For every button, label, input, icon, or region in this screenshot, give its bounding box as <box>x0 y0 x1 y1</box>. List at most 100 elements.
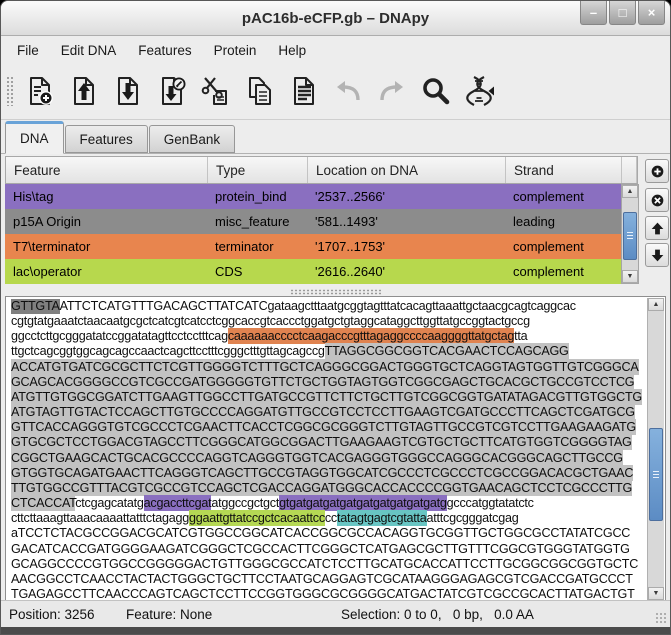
sequence-highlight-purple: gtgatgatgatgatgatgatgatgatgatg <box>279 495 447 512</box>
sequence-line: ATGTAGTTGTACTCCAGCTTGTGCCCCAGGATGTTGCCGT… <box>11 404 644 421</box>
copy-button[interactable] <box>238 68 282 114</box>
tab-dna[interactable]: DNA <box>5 121 64 154</box>
paste-icon <box>294 77 314 105</box>
sequence-highlight-feature_gray: TTAGGCGGCGGTCACGAACTCCAGCAGG <box>324 343 569 360</box>
arrow-up-icon <box>651 222 663 234</box>
add-feature-button[interactable] <box>645 159 669 183</box>
remove-circle-icon <box>651 194 663 206</box>
status-selection: Selection: 0 to 0, 0 bp, 0.0 AA <box>341 607 534 622</box>
minimize-button[interactable]: – <box>580 1 607 25</box>
feature-location: '1707..1753' <box>315 239 386 254</box>
sequence-segment: atggccgctgct <box>211 496 280 511</box>
feature-row[interactable]: His\tag protein_bind '2537..2566' complemen… <box>5 184 621 209</box>
sequence-highlight-purple: acgaccttcgat <box>143 495 212 512</box>
feature-strand: complement <box>513 189 584 204</box>
column-header-location-on-dna[interactable]: Location on DNA <box>308 157 506 183</box>
menu-edit-dna[interactable]: Edit DNA <box>50 39 128 62</box>
toolbar <box>1 63 670 120</box>
dna-select-button[interactable] <box>458 68 502 114</box>
feature-scrollbar-thumb[interactable] <box>623 212 637 260</box>
feature-table: His\tag protein_bind '2537..2566' complemen… <box>5 184 621 284</box>
save-as-button[interactable] <box>150 68 194 114</box>
sequence-line: GCAGCACGGGGCCGTCGCCGATGGGGGTGTTCTGCTGGTA… <box>11 373 644 390</box>
menu-protein[interactable]: Protein <box>203 39 268 62</box>
feature-strand: complement <box>513 264 584 279</box>
dna-sequence-editor[interactable]: GTTGTAATTCTCATGTTTGACAGCTTATCATCgataagct… <box>11 299 644 600</box>
scroll-up-icon[interactable]: ▲ <box>622 185 638 198</box>
feature-table-header: Feature Type Location on DNA Strand <box>5 156 638 184</box>
sequence-line: ATGTTGTGGCGGATCTTGAAGTTGGCCTTGATGCCGTTCT… <box>11 388 644 405</box>
toolbar-grip-handle[interactable] <box>6 76 14 106</box>
maximize-button[interactable]: □ <box>609 1 636 25</box>
title-bar[interactable]: pAC16b-eCFP.gb – DNApy – □ × <box>1 1 670 36</box>
menu-features[interactable]: Features <box>127 39 202 62</box>
search-button[interactable] <box>414 68 458 114</box>
scroll-up-icon[interactable]: ▲ <box>648 298 664 311</box>
feature-location: '581..1493' <box>315 214 378 229</box>
feature-row[interactable]: p15A Origin misc_feature '581..1493' leadin… <box>5 209 621 234</box>
sequence-line: GTGGTGCAGATGAACTTCAGGGTCAGCTTGCCGTAGGTGG… <box>11 464 644 481</box>
sequence-line: ggcctcttgcgggatatccggatatagttcctcctttcag… <box>11 328 644 345</box>
sequence-highlight-cyan: tatagtgagtcgtatta <box>336 510 427 527</box>
feature-table-scrollbar[interactable]: ▲ ▼ <box>621 184 639 284</box>
sequence-segment: cttcttaaagttaaacaaaattatttctagagg <box>11 511 189 526</box>
open-file-icon <box>74 77 94 105</box>
move-feature-up-button[interactable] <box>645 216 669 240</box>
sequence-segment: AACGGCCTCAACCTACTACTGGGCTGCTTCCTAATGCAGG… <box>11 571 633 586</box>
sequence-line: ttgctcagcggtggcagcagccaactcagcttcctttcgg… <box>11 343 644 360</box>
window-controls: – □ × <box>580 1 665 25</box>
feature-strand: leading <box>513 214 555 229</box>
sequence-scrollbar-thumb[interactable] <box>649 427 663 522</box>
save-file-button[interactable] <box>106 68 150 114</box>
feature-name: T7\terminator <box>13 239 91 254</box>
menu-help[interactable]: Help <box>267 39 317 62</box>
open-file-button[interactable] <box>62 68 106 114</box>
tab-features[interactable]: Features <box>64 125 148 153</box>
feature-type: protein_bind <box>215 189 287 204</box>
column-header-feature[interactable]: Feature <box>6 157 208 183</box>
sequence-line: cgtgtatgaaatctaacaatgcgctcatcgtcatcctcgg… <box>11 314 644 329</box>
column-header-type[interactable]: Type <box>208 157 308 183</box>
sequence-segment: ggcctcttgcgggatatccggatatagttcctcctttcag <box>11 329 228 344</box>
paste-button[interactable] <box>282 68 326 114</box>
sequence-scrollbar[interactable]: ▲ ▼ <box>647 298 664 600</box>
scroll-down-icon[interactable]: ▼ <box>648 587 664 600</box>
resize-grip[interactable] <box>655 612 668 625</box>
status-bar: Position: 3256 Feature: None Selection: … <box>1 600 670 627</box>
tab-genbank[interactable]: GenBank <box>148 125 236 153</box>
feature-row[interactable]: T7\terminator terminator '1707..1753' compl… <box>5 234 621 259</box>
save-file-icon <box>118 77 138 105</box>
sequence-line: CTCACCATctcgagcatatgacgaccttcgatatggccgc… <box>11 495 644 512</box>
sequence-highlight-feature_gray: TTGTGGCCGTTTACGTCGCCGTCCAGCTCGACCAGGATGG… <box>11 479 632 496</box>
sequence-line: TTGTGGCCGTTTACGTCGCCGTCCAGCTCGACCAGGATGG… <box>11 479 644 496</box>
feature-location: '2616..2640' <box>315 264 386 279</box>
sequence-segment: GACATCACCGATGGGGAAGATCGGGCTCGCCACTTCGGGC… <box>11 541 630 556</box>
redo-button[interactable] <box>370 68 414 114</box>
new-file-icon <box>30 77 53 105</box>
cut-button[interactable] <box>194 68 238 114</box>
feature-name: His\tag <box>13 189 54 204</box>
panel-splitter[interactable] <box>1 287 670 296</box>
new-file-button[interactable] <box>18 68 62 114</box>
sequence-segment: ctcgagcatatg <box>75 496 144 511</box>
close-button[interactable]: × <box>638 1 665 25</box>
sequence-highlight-feature_gray: CTCACCAT <box>11 495 76 512</box>
feature-row[interactable]: lac\operator CDS '2616..2640' complement <box>5 259 621 284</box>
remove-feature-button[interactable] <box>645 188 669 212</box>
menu-file[interactable]: File <box>6 39 50 62</box>
undo-button[interactable] <box>326 68 370 114</box>
sequence-highlight-feature_gray: CGGCTGAAGCACTGCACGCCCCAGGTCAGGGTGGTCACGA… <box>11 449 623 466</box>
feature-type: terminator <box>215 239 274 254</box>
feature-location: '2537..2566' <box>315 189 386 204</box>
sequence-line: GTTCACCAGGGTGTCGCCCTCGAACTTCACCTCGGCGCGG… <box>11 419 644 436</box>
move-feature-down-button[interactable] <box>645 243 669 267</box>
sequence-highlight-orange: caaaaaacccctcaagacccgtttagaggccccaaggggt… <box>227 328 515 345</box>
sequence-highlight-selection: GTTGTA <box>11 299 60 314</box>
sequence-segment: aTCCTCTACGCCGGACGCATCGTGGCCGGCATCACCGGCG… <box>11 526 631 541</box>
column-header-strand[interactable]: Strand <box>506 157 622 183</box>
feature-name: p15A Origin <box>13 214 81 229</box>
sequence-line: GTTGTAATTCTCATGTTTGACAGCTTATCATCgataagct… <box>11 299 644 314</box>
feature-strand: complement <box>513 239 584 254</box>
sequence-segment: gcccatggtatatctc <box>446 496 534 511</box>
scroll-down-icon[interactable]: ▼ <box>622 270 638 283</box>
